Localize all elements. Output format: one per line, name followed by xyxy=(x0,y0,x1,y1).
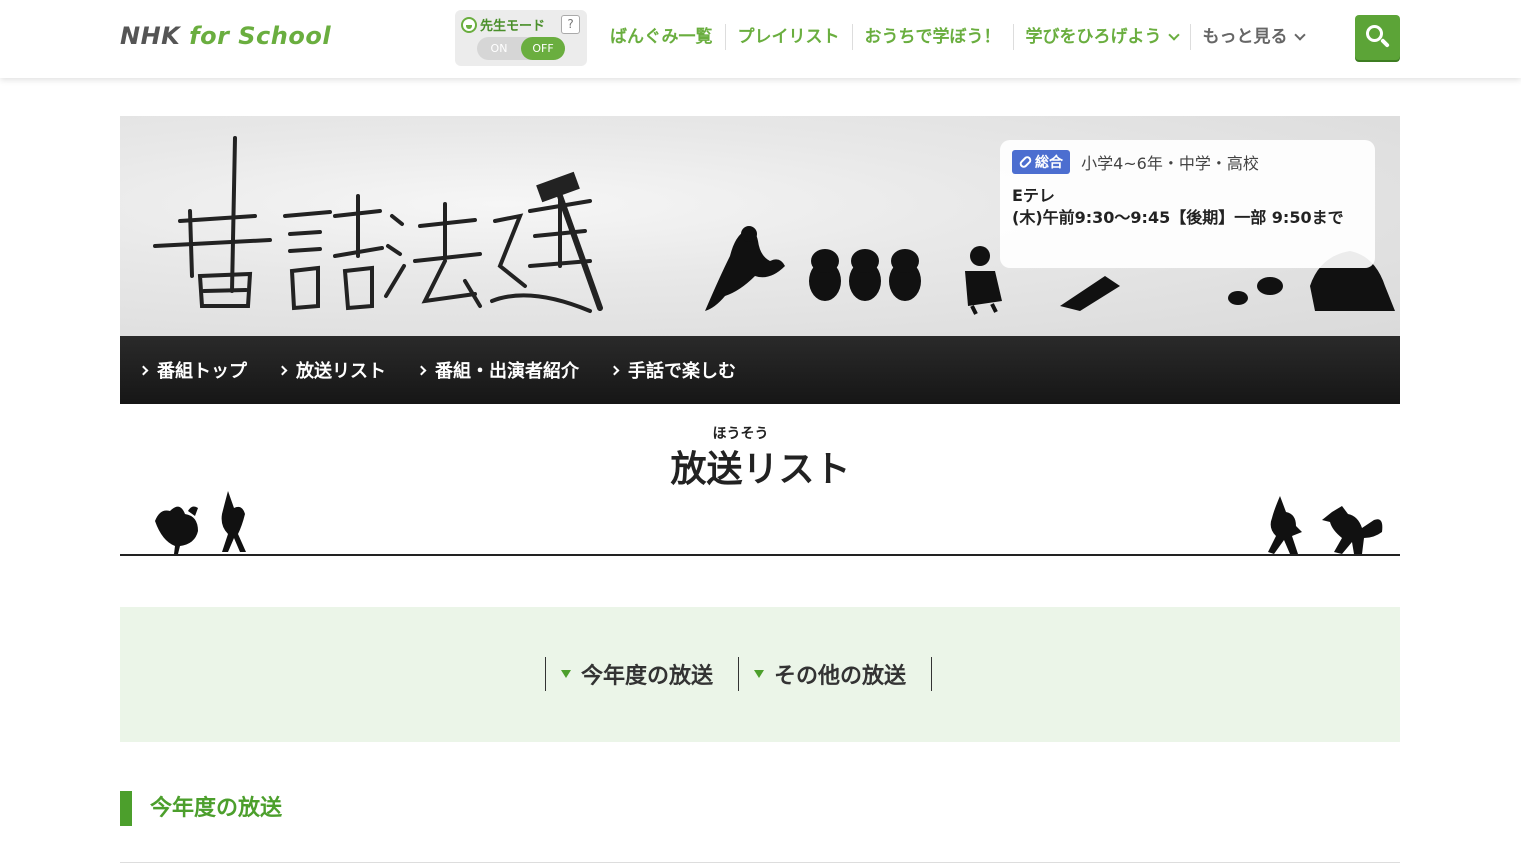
anchor-label: その他の放送 xyxy=(774,664,907,689)
page-title: 放送リスト xyxy=(670,449,851,490)
logo-nhk: NHK xyxy=(120,22,181,50)
global-nav: ばんぐみ一覧 プレイリスト おうちで学ぼう！ 学びをひろげよう もっと見る xyxy=(598,22,1316,52)
anchor-nav: 今年度の放送 その他の放送 xyxy=(545,657,933,691)
three-pigs xyxy=(809,249,921,301)
teacher-icon xyxy=(461,16,477,33)
program-nav-label: 手話で楽しむ xyxy=(628,361,736,382)
site-header: NHK for School 先生モード ? ON OFF ばんぐみ一覧 プレイ… xyxy=(0,0,1521,78)
logo-for-school: for School xyxy=(189,22,332,50)
nav-label: プレイリスト xyxy=(737,27,840,47)
search-button[interactable] xyxy=(1355,15,1400,60)
toggle-on[interactable]: ON xyxy=(477,37,521,60)
program-nav: 番組トップ 放送リスト 番組・出演者紹介 手話で楽しむ xyxy=(120,336,1400,404)
program-nav-sign-language[interactable]: 手話で楽しむ xyxy=(609,357,736,383)
program-nav-top[interactable]: 番組トップ xyxy=(138,357,247,383)
rabbit-and-fox-silhouette xyxy=(1268,496,1383,554)
nav-label: もっと見る xyxy=(1202,27,1288,47)
program-title-calligraphy xyxy=(153,136,603,313)
chevron-down-icon xyxy=(1293,28,1306,41)
nav-expand-learning[interactable]: 学びをひろげよう xyxy=(1014,24,1191,50)
program-nav-cast[interactable]: 番組・出演者紹介 xyxy=(416,357,579,383)
title-underline xyxy=(120,554,1400,556)
nav-program-list[interactable]: ばんぐみ一覧 xyxy=(598,24,726,50)
nav-playlist[interactable]: プレイリスト xyxy=(726,24,853,50)
section-heading-this-year: 今年度の放送 xyxy=(120,791,282,826)
info-card-header: 総合 小学4~6年・中学・高校 xyxy=(1012,150,1363,174)
teacher-mode-label: 先生モード xyxy=(480,19,546,34)
program-nav-label: 放送リスト xyxy=(296,361,386,382)
nav-label: ばんぐみ一覧 xyxy=(610,27,713,47)
toggle-off[interactable]: OFF xyxy=(521,37,565,60)
nav-label: おうちで学ぼう！ xyxy=(864,27,1001,47)
broadcast-info-card: 総合 小学4~6年・中学・高校 Eテレ (木)午前9:30〜9:45【後期】一部… xyxy=(1000,140,1375,268)
nav-learn-at-home[interactable]: おうちで学ぼう！ xyxy=(853,24,1014,50)
triangle-down-icon xyxy=(754,670,765,678)
subject-badge-label: 総合 xyxy=(1035,155,1063,171)
target-grade: 小学4~6年・中学・高校 xyxy=(1081,154,1259,173)
teacher-mode-toggle[interactable]: ON OFF xyxy=(477,37,565,60)
section-divider xyxy=(120,862,1400,863)
subject-badge: 総合 xyxy=(1012,150,1070,174)
anchor-this-year[interactable]: 今年度の放送 xyxy=(546,657,740,691)
chevron-right-icon xyxy=(609,365,620,375)
teacher-mode-panel: 先生モード ? ON OFF xyxy=(455,10,587,66)
program-hero-banner: 総合 小学4~6年・中学・高校 Eテレ (木)午前9:30〜9:45【後期】一部… xyxy=(120,116,1400,336)
program-nav-broadcast-list[interactable]: 放送リスト xyxy=(277,357,386,383)
triangle-down-icon xyxy=(561,670,571,678)
link-icon xyxy=(1018,154,1033,170)
anchor-other[interactable]: その他の放送 xyxy=(739,657,933,691)
search-icon-handle xyxy=(1380,38,1390,48)
nav-more[interactable]: もっと見る xyxy=(1191,24,1316,50)
anchor-nav-box: 今年度の放送 その他の放送 xyxy=(120,607,1400,742)
chevron-right-icon xyxy=(277,365,288,375)
broadcast-schedule: (木)午前9:30〜9:45【後期】一部 9:50まで xyxy=(1012,208,1344,227)
teacher-mode-heading: 先生モード xyxy=(461,15,545,34)
crabs xyxy=(1228,277,1283,305)
rooster-and-rabbit-silhouette xyxy=(155,491,246,554)
chevron-right-icon xyxy=(138,365,149,375)
chevron-right-icon xyxy=(416,365,427,375)
program-nav-label: 番組・出演者紹介 xyxy=(435,361,579,382)
nav-label: 学びをひろげよう xyxy=(1025,27,1162,47)
red-riding-hood xyxy=(965,246,1002,315)
fallen-figure xyxy=(1060,276,1120,311)
anchor-label: 今年度の放送 xyxy=(581,664,714,689)
teacher-mode-help-button[interactable]: ? xyxy=(561,15,580,34)
nhk-for-school-logo[interactable]: NHK for School xyxy=(120,22,331,50)
chevron-down-icon xyxy=(1167,28,1180,41)
broadcast-channel: Eテレ xyxy=(1012,186,1055,205)
program-nav-label: 番組トップ xyxy=(157,361,247,382)
